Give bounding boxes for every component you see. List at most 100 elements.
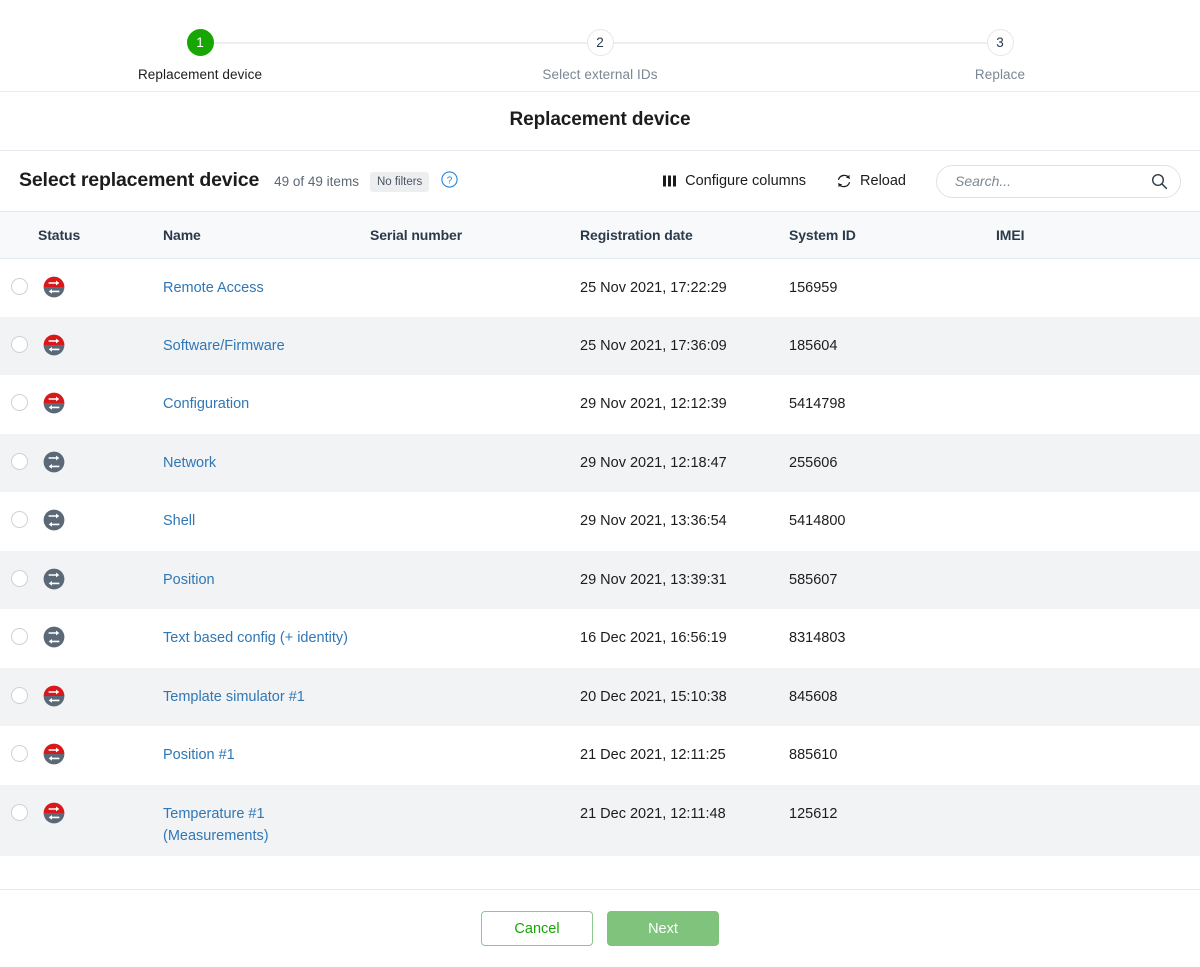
device-name-link[interactable]: Temperature #1 (Measurements) (163, 803, 370, 848)
row-select-radio[interactable] (11, 745, 28, 762)
stepper-label-1: Replacement device (0, 67, 400, 82)
row-select-cell (0, 609, 38, 667)
row-select-cell (0, 317, 38, 375)
select-column-header (0, 212, 38, 258)
row-name-cell: Remote Access (163, 258, 370, 317)
stepper-connector-3 (600, 42, 1000, 44)
row-system-id-cell: 885610 (789, 726, 996, 784)
row-select-cell (0, 375, 38, 433)
device-name-link[interactable]: Network (163, 452, 216, 474)
table-row[interactable]: Text based config (+ identity)16 Dec 202… (0, 609, 1200, 667)
row-select-radio[interactable] (11, 511, 28, 528)
row-serial-cell (370, 726, 580, 784)
table-row[interactable]: Shell29 Nov 2021, 13:36:545414800 (0, 492, 1200, 550)
row-imei-cell (996, 492, 1200, 550)
row-serial-cell (370, 668, 580, 726)
table-row[interactable]: Position #121 Dec 2021, 12:11:25885610 (0, 726, 1200, 784)
row-select-radio[interactable] (11, 394, 28, 411)
device-disconnected-icon (43, 685, 65, 707)
column-header-system-id[interactable]: System ID (789, 212, 996, 258)
row-select-radio[interactable] (11, 336, 28, 353)
row-select-radio[interactable] (11, 278, 28, 295)
row-imei-cell (996, 258, 1200, 317)
row-registration-date-cell: 29 Nov 2021, 12:18:47 (580, 434, 789, 492)
row-name-cell: Configuration (163, 375, 370, 433)
device-name-link[interactable]: Position #1 (163, 744, 235, 766)
stepper-circle-3: 3 (987, 29, 1014, 56)
row-name-cell: Text based config (+ identity) (163, 609, 370, 667)
table-row[interactable]: Network29 Nov 2021, 12:18:47255606 (0, 434, 1200, 492)
stepper-label-3: Replace (800, 67, 1200, 82)
row-system-id-cell: 585607 (789, 551, 996, 609)
help-circle-icon[interactable]: ? (441, 171, 458, 188)
row-status-cell (38, 785, 163, 856)
stepper-step-2[interactable]: 2 Select external IDs (400, 0, 800, 82)
table-row[interactable]: Template simulator #1 20 Dec 2021, 15:10:… (0, 668, 1200, 726)
row-status-cell (38, 492, 163, 550)
column-header-name[interactable]: Name (163, 212, 370, 258)
stepper-circle-1: 1 (187, 29, 214, 56)
column-header-serial-number[interactable]: Serial number (370, 212, 580, 258)
page-title: Replacement device (0, 92, 1200, 151)
stepper-list: 1 Replacement device 2 Select external I… (0, 0, 1200, 82)
row-system-id-cell: 185604 (789, 317, 996, 375)
device-inactive-icon (43, 509, 65, 531)
row-serial-cell (370, 434, 580, 492)
row-name-cell: Template simulator #1 (163, 668, 370, 726)
filter-status-badge[interactable]: No filters (370, 172, 429, 192)
row-imei-cell (996, 785, 1200, 856)
device-name-link[interactable]: Position (163, 569, 215, 591)
device-name-link[interactable]: Template simulator #1 (163, 686, 305, 708)
table-header-row: Status Name Serial number Registration d… (0, 212, 1200, 258)
table-row[interactable]: Remote Access25 Nov 2021, 17:22:29156959 (0, 258, 1200, 317)
table-row[interactable]: Position29 Nov 2021, 13:39:31585607 (0, 551, 1200, 609)
row-serial-cell (370, 375, 580, 433)
row-status-cell (38, 609, 163, 667)
svg-text:?: ? (447, 175, 453, 186)
table-row[interactable]: Software/Firmware25 Nov 2021, 17:36:0918… (0, 317, 1200, 375)
device-name-link[interactable]: Remote Access (163, 277, 264, 299)
column-header-status[interactable]: Status (38, 212, 163, 258)
row-registration-date-cell: 29 Nov 2021, 13:36:54 (580, 492, 789, 550)
device-name-link[interactable]: Text based config (+ identity) (163, 627, 348, 649)
configure-columns-button[interactable]: Configure columns (659, 167, 810, 195)
device-name-link[interactable]: Software/Firmware (163, 335, 285, 357)
row-serial-cell (370, 609, 580, 667)
table-row[interactable]: Configuration29 Nov 2021, 12:12:39541479… (0, 375, 1200, 433)
next-button[interactable]: Next (607, 911, 719, 946)
row-select-radio[interactable] (11, 628, 28, 645)
row-status-cell (38, 317, 163, 375)
row-select-radio[interactable] (11, 570, 28, 587)
row-select-cell (0, 785, 38, 856)
row-select-cell (0, 668, 38, 726)
row-select-cell (0, 492, 38, 550)
row-imei-cell (996, 375, 1200, 433)
search-box (936, 165, 1181, 198)
column-header-imei[interactable]: IMEI (996, 212, 1200, 258)
row-select-radio[interactable] (11, 453, 28, 470)
search-icon[interactable] (1151, 173, 1168, 190)
reload-button[interactable]: Reload (832, 167, 910, 195)
toolbar-right-group: Configure columns Reload (659, 165, 1181, 198)
row-select-radio[interactable] (11, 687, 28, 704)
table-row[interactable]: Temperature #1 (Measurements)21 Dec 2021… (0, 785, 1200, 856)
row-system-id-cell: 8314803 (789, 609, 996, 667)
stepper-step-1[interactable]: 1 Replacement device (0, 0, 400, 82)
device-inactive-icon (43, 626, 65, 648)
configure-columns-label: Configure columns (685, 173, 806, 189)
row-select-cell (0, 726, 38, 784)
row-select-radio[interactable] (11, 804, 28, 821)
row-registration-date-cell: 20 Dec 2021, 15:10:38 (580, 668, 789, 726)
row-name-cell: Position (163, 551, 370, 609)
refresh-icon (836, 173, 852, 189)
device-name-link[interactable]: Shell (163, 510, 195, 532)
stepper-step-3[interactable]: 3 Replace (800, 0, 1200, 82)
row-imei-cell (996, 434, 1200, 492)
row-select-cell (0, 434, 38, 492)
cancel-button[interactable]: Cancel (481, 911, 593, 946)
device-name-link[interactable]: Configuration (163, 393, 249, 415)
row-imei-cell (996, 668, 1200, 726)
column-header-registration-date[interactable]: Registration date (580, 212, 789, 258)
list-title: Select replacement device (19, 169, 259, 192)
search-input[interactable] (936, 165, 1181, 198)
